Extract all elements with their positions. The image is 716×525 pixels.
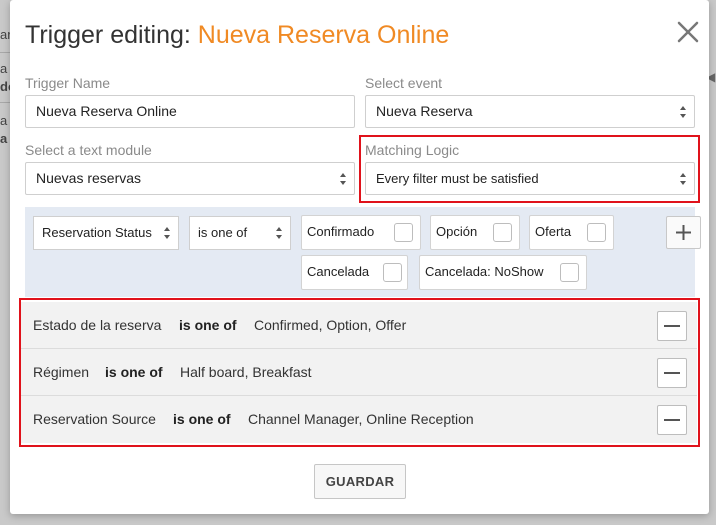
close-button[interactable] <box>674 18 702 46</box>
close-icon <box>677 21 699 43</box>
filter-option-checkbox[interactable] <box>493 223 512 242</box>
filter-option-checkbox[interactable] <box>394 223 413 242</box>
filter-option: Cancelada <box>301 255 408 290</box>
filter-option-label: Oferta <box>535 224 572 239</box>
title-prefix: Trigger editing: <box>25 21 198 49</box>
select-event-label: Select event <box>365 75 443 91</box>
add-filter-button[interactable] <box>666 216 701 249</box>
filter-option-label: Cancelada <box>307 264 370 279</box>
filter-field-value: Reservation Status <box>42 225 152 240</box>
filter-option-label: Confirmado <box>307 224 375 239</box>
filter-option-checkbox[interactable] <box>587 223 606 242</box>
save-button[interactable]: GUARDAR <box>314 464 406 499</box>
select-event-value: Nueva Reserva <box>376 103 473 119</box>
plus-icon <box>676 225 691 240</box>
filter-option: Opción <box>430 215 520 250</box>
matching-logic-highlight <box>359 135 700 203</box>
filter-option: Confirmado <box>301 215 421 250</box>
filter-option-label: Cancelada: NoShow <box>425 264 544 279</box>
background-text: a <box>0 131 8 146</box>
select-event-dropdown[interactable]: Nueva Reserva <box>365 95 695 128</box>
trigger-editing-modal: Trigger editing: Nueva Reserva Online Tr… <box>10 0 709 514</box>
filter-option-checkbox[interactable] <box>383 263 402 282</box>
filter-operator-value: is one of <box>198 225 248 240</box>
background-text: a <box>0 61 8 76</box>
title-trigger-name: Nueva Reserva Online <box>197 21 450 49</box>
filter-option-label: Opción <box>436 224 478 239</box>
trigger-name-input[interactable]: Nueva Reserva Online <box>25 95 355 128</box>
modal-title: Trigger editing: Nueva Reserva Online <box>25 21 449 50</box>
select-arrows-icon <box>340 172 346 186</box>
select-arrows-icon <box>276 226 282 240</box>
background-text: a <box>0 113 8 128</box>
text-module-dropdown[interactable]: Nuevas reservas <box>25 162 355 195</box>
filter-option-checkbox[interactable] <box>560 263 579 282</box>
trigger-name-label: Trigger Name <box>25 75 111 91</box>
select-arrows-icon <box>680 105 686 119</box>
filter-field-select[interactable]: Reservation Status <box>33 216 179 250</box>
filter-builder: Reservation Status is one of Confirmado … <box>25 207 701 297</box>
filter-option: Cancelada: NoShow <box>419 255 587 290</box>
filter-option: Oferta <box>529 215 614 250</box>
filter-operator-select[interactable]: is one of <box>189 216 291 250</box>
select-arrows-icon <box>164 226 170 240</box>
text-module-value: Nuevas reservas <box>36 170 142 186</box>
text-module-label: Select a text module <box>25 142 152 158</box>
rules-highlight <box>19 298 700 447</box>
